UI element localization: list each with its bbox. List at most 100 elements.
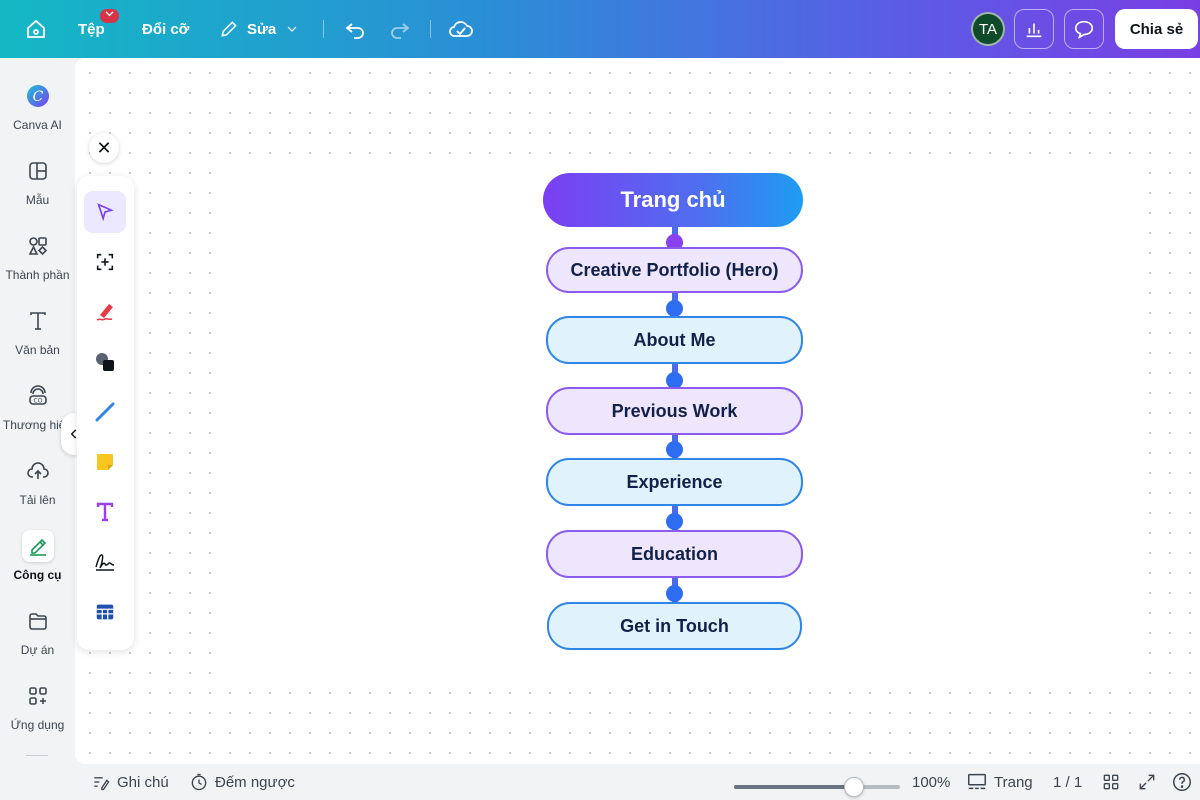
cloud-save-button[interactable] <box>448 0 474 58</box>
redo-button[interactable] <box>388 0 412 58</box>
svg-text:CO: CO <box>33 398 42 405</box>
cloud-check-icon <box>449 21 473 37</box>
bottom-bar: Ghi chú Đếm ngược 100% Trang 1 / 1 <box>0 764 1200 800</box>
table-tool[interactable] <box>84 591 126 633</box>
redo-icon <box>391 23 410 39</box>
line-tool[interactable] <box>84 391 126 433</box>
shapes-icon <box>96 353 114 371</box>
sidebar-item-apps[interactable]: Ứng dụng <box>0 680 75 732</box>
tools-palette <box>77 176 134 650</box>
sidebar-divider <box>26 755 48 756</box>
toolbar-divider <box>430 20 431 38</box>
frame-tool[interactable] <box>84 241 126 283</box>
home-button[interactable] <box>24 0 48 58</box>
pages-button[interactable]: Trang <box>966 764 1033 800</box>
file-menu-button[interactable]: Tệp <box>78 0 119 58</box>
pages-label: Trang <box>994 773 1033 791</box>
draw-tool[interactable] <box>84 291 126 333</box>
signature-icon <box>95 554 115 571</box>
flowchart-node[interactable]: Education <box>546 530 803 578</box>
brand-icon: CO <box>22 380 54 412</box>
zoom-slider-thumb[interactable] <box>844 777 864 797</box>
select-tool[interactable] <box>84 191 126 233</box>
zoom-slider-fill <box>734 785 854 789</box>
sidebar-item-upload[interactable]: Tải lên <box>0 455 75 507</box>
sticky-note-tool[interactable] <box>84 441 126 483</box>
connector-dot <box>666 300 683 317</box>
svg-text:C: C <box>32 89 43 105</box>
chevron-down-icon <box>287 26 297 32</box>
insights-button[interactable] <box>1014 9 1054 49</box>
sidebar-label: Thành phần <box>5 268 70 282</box>
flowchart-node[interactable]: Get in Touch <box>547 602 802 650</box>
signature-tool[interactable] <box>84 541 126 583</box>
notes-icon <box>94 777 110 791</box>
sidebar-item-projects[interactable]: Dự án <box>0 605 75 657</box>
apps-icon <box>22 680 54 712</box>
close-tools-button[interactable]: ✕ <box>89 133 119 163</box>
comment-icon <box>1074 20 1094 39</box>
flowchart-node[interactable]: Creative Portfolio (Hero) <box>546 247 803 293</box>
help-button[interactable] <box>1171 764 1193 800</box>
shapes-tool[interactable] <box>84 341 126 383</box>
zoom-value[interactable]: 100% <box>912 764 950 800</box>
undo-button[interactable] <box>343 0 367 58</box>
sidebar-label: Công cụ <box>13 568 62 582</box>
flowchart-node[interactable]: Previous Work <box>546 387 803 435</box>
canva-ai-icon: C <box>22 80 54 112</box>
pencil-icon <box>221 21 237 37</box>
timer-icon <box>191 773 207 791</box>
folder-icon <box>22 605 54 637</box>
sidebar-label: Tải lên <box>19 493 56 507</box>
text-tool[interactable] <box>84 491 126 533</box>
text-t-icon <box>96 502 114 522</box>
resize-button[interactable]: Đổi cỡ <box>142 0 189 58</box>
close-icon: ✕ <box>96 137 112 158</box>
sidebar-item-templates[interactable]: Mẫu <box>0 155 75 207</box>
sidebar-label: Mẫu <box>25 193 50 207</box>
expand-icon <box>1139 774 1155 790</box>
edit-mode-label: Sửa <box>247 20 277 38</box>
top-toolbar: Tệp Đổi cỡ Sửa TA Chia sẻ <box>0 0 1200 58</box>
flowchart-root-node[interactable]: Trang chủ <box>543 173 803 227</box>
connector-dot <box>666 513 683 530</box>
zoom-slider[interactable] <box>734 777 900 797</box>
sidebar-label: Văn bản <box>15 343 60 357</box>
resize-label: Đổi cỡ <box>142 20 190 38</box>
bar-chart-icon <box>1026 23 1042 38</box>
upload-icon <box>22 455 54 487</box>
notes-button[interactable]: Ghi chú <box>91 764 169 800</box>
timer-label: Đếm ngược <box>215 773 295 791</box>
fullscreen-button[interactable] <box>1137 764 1157 800</box>
add-frame-icon <box>96 253 114 271</box>
file-menu-label: Tệp <box>78 20 105 38</box>
share-button[interactable]: Chia sẻ <box>1115 9 1198 49</box>
flowchart-node[interactable]: About Me <box>546 316 803 364</box>
cursor-icon <box>97 203 114 222</box>
marker-icon <box>96 304 113 321</box>
sidebar-item-tools[interactable]: Công cụ <box>0 530 75 582</box>
edit-mode-button[interactable]: Sửa <box>219 0 300 58</box>
grid-view-icon <box>1103 774 1119 790</box>
tools-icon <box>21 530 54 562</box>
user-avatar[interactable]: TA <box>971 12 1005 46</box>
sidebar-label: Dự án <box>20 643 55 657</box>
sidebar-item-canva-ai[interactable]: C Canva AI <box>0 80 75 132</box>
sidebar-label: Ứng dụng <box>10 718 65 732</box>
flowchart-node[interactable]: Experience <box>546 458 803 506</box>
connector-dot <box>666 585 683 602</box>
page-count[interactable]: 1 / 1 <box>1053 764 1082 800</box>
sidebar-item-text[interactable]: Văn bản <box>0 305 75 357</box>
timer-button[interactable]: Đếm ngược <box>189 764 295 800</box>
grid-view-button[interactable] <box>1101 764 1121 800</box>
table-icon <box>96 604 114 620</box>
toolbar-divider <box>323 20 324 38</box>
pages-icon <box>968 773 986 790</box>
help-icon <box>1173 773 1191 791</box>
comments-button[interactable] <box>1064 9 1104 49</box>
sidebar-item-elements[interactable]: Thành phần <box>0 230 75 282</box>
line-icon <box>95 402 115 422</box>
home-icon <box>27 19 45 38</box>
undo-icon <box>345 23 364 39</box>
text-icon <box>22 305 54 337</box>
